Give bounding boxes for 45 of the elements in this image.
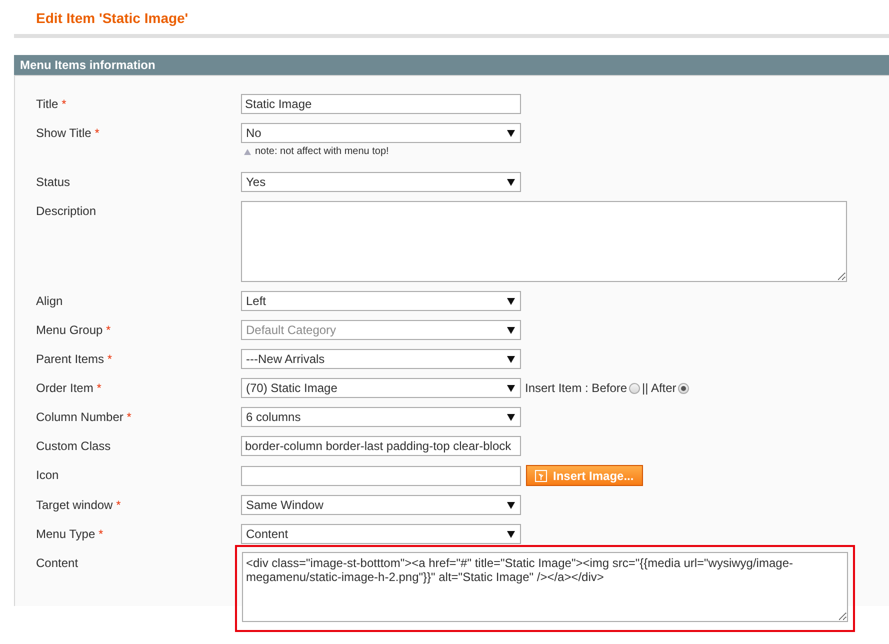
caret-icon [507, 502, 515, 508]
caret-icon [507, 414, 515, 420]
select-field[interactable]: Yes [241, 172, 521, 192]
insert-position-label: Insert Item : Before [525, 381, 628, 395]
radio-button[interactable] [629, 382, 640, 394]
panel-title: Menu Items information [20, 58, 156, 72]
caret-icon [507, 326, 515, 334]
text-field[interactable] [241, 466, 521, 486]
radio-button[interactable] [678, 382, 690, 394]
triangle-icon [244, 149, 251, 155]
field-label: Content [36, 555, 78, 570]
caret-icon [507, 298, 515, 304]
select-field[interactable]: ---New Arrivals [241, 349, 521, 369]
field-label: Title * [36, 96, 66, 111]
caret-icon [507, 178, 515, 186]
select-field[interactable]: (70) Static Image [241, 378, 521, 398]
field-label: Icon [36, 467, 59, 482]
select-field[interactable]: Same Window [241, 495, 521, 515]
field-label: Order Item * [36, 380, 102, 395]
field-label: Menu Type * [36, 526, 104, 541]
field-label: Align [36, 293, 63, 308]
select-field[interactable]: No [241, 123, 521, 143]
field-label: Description [36, 203, 96, 218]
text-field[interactable]: border-column border-last padding-top clear-block [241, 436, 521, 456]
field-label: Column Number * [36, 409, 132, 424]
image-icon [535, 470, 547, 482]
field-label: Menu Group * [36, 322, 111, 337]
select-field[interactable]: 6 columns [241, 407, 521, 427]
field-label: Parent Items * [36, 351, 112, 366]
caret-icon [507, 530, 515, 538]
field-note: note: not affect with menu top! [255, 146, 389, 158]
field-label: Target window * [36, 497, 121, 512]
select-field[interactable]: Left [241, 291, 521, 311]
field-label: Custom Class [36, 438, 111, 453]
caret-icon [507, 356, 515, 362]
caret-icon [507, 384, 515, 392]
page-title: Edit Item 'Static Image' [36, 10, 188, 26]
text-field[interactable]: Static Image [241, 94, 521, 114]
field-label: Status [36, 174, 70, 189]
select-field[interactable]: Content [241, 524, 521, 544]
textarea-field[interactable]: <div class="image-st-botttom"><a href="#" title="Static Image"><img src="{{media url="wysiwyg/image-megamenu/static-image-h-2.png"}}" alt="Static Image" /></a></div> [242, 552, 848, 622]
field-label: Show Title * [36, 125, 100, 140]
insert-position-label: || After [642, 381, 676, 395]
caret-icon [507, 130, 515, 136]
textarea-field[interactable] [241, 201, 847, 282]
